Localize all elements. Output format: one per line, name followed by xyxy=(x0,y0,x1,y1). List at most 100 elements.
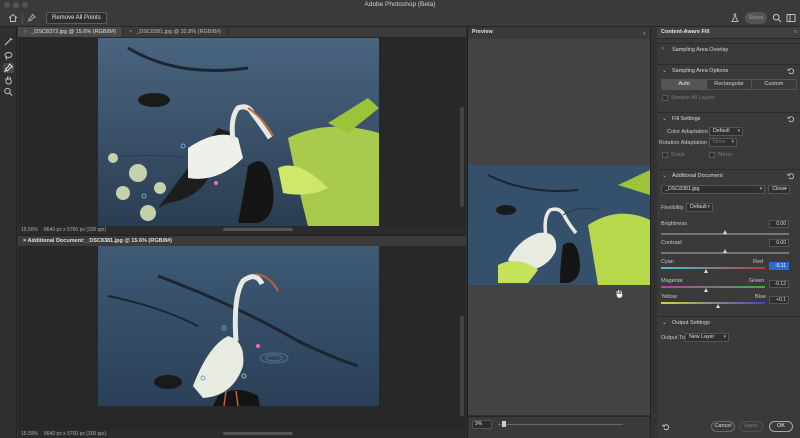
content-aware-fill-panel: Content-Aware Fill ≡ › Sampling Area Ove… xyxy=(650,27,800,438)
preview-zoom-field[interactable]: 9% xyxy=(472,420,492,429)
sample-all-layers-checkbox[interactable] xyxy=(662,95,668,101)
reset-icon[interactable] xyxy=(787,115,795,123)
vertical-scrollbar[interactable] xyxy=(460,107,464,207)
section-sampling-area-options[interactable]: ⌄ Sampling Area Options xyxy=(657,64,800,76)
reset-icon[interactable] xyxy=(787,67,795,75)
panel-menu-icon[interactable]: ≡ xyxy=(643,31,646,37)
preview-image[interactable] xyxy=(468,165,650,285)
preview-title: Preview xyxy=(472,29,493,35)
panel-collapse-strip[interactable] xyxy=(651,27,657,438)
close-icon[interactable]: × xyxy=(129,29,132,35)
zoom-level[interactable]: 15.59% xyxy=(21,430,38,438)
chevron-right-icon[interactable]: › xyxy=(662,46,664,52)
blue-label: Blue xyxy=(755,294,767,300)
additional-photo[interactable] xyxy=(98,246,379,406)
preview-zoom-thumb[interactable] xyxy=(501,421,506,427)
panel-title-bar: Content-Aware Fill ≡ xyxy=(657,27,800,39)
document-tabs: × _DSC8372.jpg @ 15.6% (RGB/8#) × _DSC8381… xyxy=(18,27,466,37)
cancel-button[interactable]: Cancel xyxy=(711,421,735,432)
cyan-red-value[interactable]: -0.11 xyxy=(769,262,789,270)
contrast-slider-thumb[interactable] xyxy=(722,249,727,253)
apply-button[interactable]: Apply xyxy=(739,421,763,432)
panel-menu-icon[interactable]: ≡ xyxy=(794,29,797,35)
chevron-down-icon[interactable]: ⌄ xyxy=(662,115,667,122)
preview-zoom-slider[interactable] xyxy=(498,424,623,425)
tools-panel xyxy=(0,27,17,438)
main-canvas[interactable] xyxy=(18,37,466,226)
home-icon[interactable] xyxy=(8,13,18,23)
document-area: × _DSC8372.jpg @ 15.6% (RGB/8#) × _DSC8381… xyxy=(18,27,466,438)
flexibility-dropdown[interactable]: Default xyxy=(686,203,713,212)
yellow-blue-slider-thumb[interactable] xyxy=(715,304,720,308)
mode-rectangular[interactable]: Rectangular xyxy=(706,80,752,89)
sampling-brush-icon[interactable] xyxy=(3,37,14,47)
zoom-level[interactable]: 15.56% xyxy=(21,226,38,234)
chevron-down-icon[interactable]: ⌄ xyxy=(662,172,667,179)
cyan-label: Cyan xyxy=(661,259,674,265)
cyan-red-slider-thumb[interactable] xyxy=(704,269,709,273)
close-icon[interactable]: × xyxy=(23,238,26,244)
green-label: Green xyxy=(749,278,765,284)
color-adaptation-label: Color Adaptation xyxy=(667,129,708,135)
yellow-label: Yellow xyxy=(661,294,677,300)
magenta-green-value[interactable]: -0.12 xyxy=(769,280,789,288)
source-photo[interactable] xyxy=(98,38,379,226)
lasso-icon[interactable] xyxy=(3,51,14,61)
magenta-green-slider-thumb[interactable] xyxy=(704,288,709,292)
sampling-mode-selector: Auto Rectangular Custom xyxy=(661,79,797,90)
ok-button[interactable]: OK xyxy=(769,421,793,432)
close-icon[interactable]: × xyxy=(24,29,27,35)
bottom-status-bar: 15.59% 8640 px x 5760 px (300 ppi) xyxy=(18,430,466,438)
section-additional-document[interactable]: ⌄ Additional Document xyxy=(657,169,800,181)
pin-icon[interactable] xyxy=(27,13,36,23)
horizontal-scrollbar[interactable] xyxy=(223,432,293,435)
additional-document-canvas[interactable] xyxy=(18,246,466,428)
section-sampling-area-overlay[interactable]: › Sampling Area Overlay xyxy=(657,43,800,55)
hand-icon[interactable] xyxy=(3,75,14,85)
options-bar: Remove All Points Share xyxy=(0,10,800,27)
brightness-slider-thumb[interactable] xyxy=(722,230,727,234)
additional-document-dropdown[interactable]: _DSC8381.jpg xyxy=(661,185,765,194)
flask-icon[interactable] xyxy=(730,13,740,23)
yellow-blue-value[interactable]: +0.1 xyxy=(769,296,789,304)
close-document-button[interactable]: Close xyxy=(768,185,790,194)
search-icon[interactable] xyxy=(772,13,782,23)
mode-auto[interactable]: Auto xyxy=(662,80,707,89)
divider xyxy=(22,13,23,24)
workspace-layout-icon[interactable] xyxy=(786,13,796,23)
color-adaptation-dropdown[interactable]: Default xyxy=(709,127,743,136)
mirror-checkbox[interactable] xyxy=(709,152,715,158)
preview-canvas[interactable] xyxy=(468,39,650,415)
reset-icon[interactable] xyxy=(787,172,795,180)
section-output-settings[interactable]: ⌄ Output Settings xyxy=(657,316,800,328)
horizontal-scrollbar[interactable] xyxy=(223,228,293,231)
sample-all-layers-label: Sample All Layers xyxy=(671,95,716,101)
output-to-dropdown[interactable]: New Layer xyxy=(685,333,729,342)
scale-checkbox[interactable] xyxy=(662,152,668,158)
pin-tool-icon[interactable] xyxy=(3,63,14,73)
tab-dsc8381[interactable]: × _DSC8381.jpg @ 32.8% (RGB/8#) xyxy=(123,27,228,37)
chevron-down-icon[interactable]: ⌄ xyxy=(662,319,667,326)
chevron-down-icon[interactable]: ⌄ xyxy=(662,67,667,74)
contrast-value[interactable]: 0.00 xyxy=(769,239,789,247)
yellow-blue-slider[interactable] xyxy=(661,302,765,304)
rotation-adaptation-label: Rotation Adaptation xyxy=(659,140,708,146)
reset-all-icon[interactable] xyxy=(662,423,670,431)
share-button[interactable]: Share xyxy=(745,12,767,24)
brightness-label: Brightness xyxy=(661,221,687,227)
contrast-label: Contrast xyxy=(661,240,682,246)
mode-custom[interactable]: Custom xyxy=(752,80,796,89)
brightness-value[interactable]: 0.00 xyxy=(769,220,789,228)
zoom-icon[interactable] xyxy=(3,87,14,97)
magenta-green-slider[interactable] xyxy=(661,286,765,288)
vertical-scrollbar[interactable] xyxy=(460,316,464,416)
cyan-red-slider[interactable] xyxy=(661,267,765,269)
remove-all-points-button[interactable]: Remove All Points xyxy=(46,12,107,24)
panel-title: Content-Aware Fill xyxy=(661,29,710,35)
additional-document-bar: × Additional Document: _DSC8381.jpg @ 15… xyxy=(18,235,466,246)
preview-footer: 9% xyxy=(468,416,650,438)
section-fill-settings[interactable]: ⌄ Fill Settings xyxy=(657,112,800,124)
tab-dsc8372[interactable]: × _DSC8372.jpg @ 15.6% (RGB/8#) xyxy=(18,27,123,37)
rotation-adaptation-dropdown[interactable]: None xyxy=(709,138,737,147)
output-to-label: Output To xyxy=(661,335,685,341)
